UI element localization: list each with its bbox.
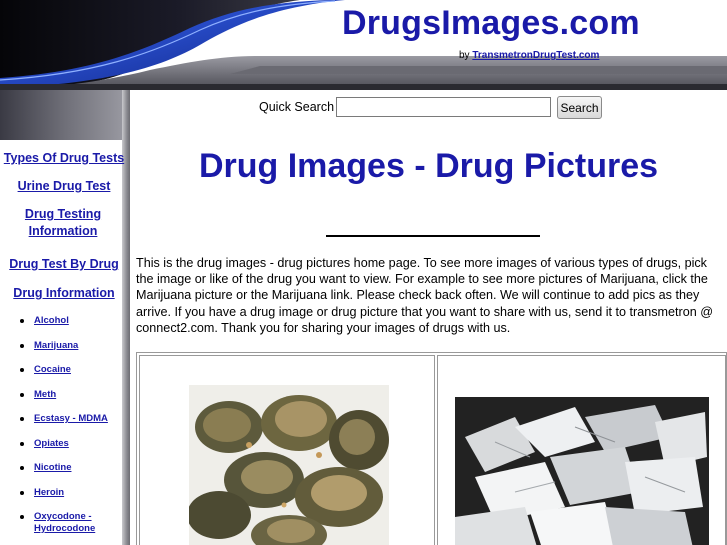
meth-photo[interactable] [455, 397, 709, 545]
site-title: DrugsImages.com [342, 4, 640, 42]
list-item: Cocaine [18, 364, 122, 389]
sidebar-link-drug-information[interactable]: Drug Information [2, 285, 126, 302]
page: DrugsImages.com by TransmetronDrugTest.c… [0, 0, 727, 545]
gallery-cell-marijuana [139, 355, 435, 545]
intro-paragraph: This is the drug images - drug pictures … [136, 256, 713, 335]
byline: by TransmetronDrugTest.com [459, 50, 599, 61]
bullet-icon [20, 343, 24, 348]
list-item: Ecstasy - MDMA [18, 413, 122, 438]
list-item: Meth [18, 389, 122, 414]
bullet-icon [20, 368, 24, 372]
byline-prefix: by [459, 50, 470, 61]
list-item: Marijuana [18, 340, 122, 365]
bullet-icon [20, 319, 24, 323]
list-item: Alcohol [18, 315, 122, 340]
site-header: DrugsImages.com by TransmetronDrugTest.c… [0, 0, 727, 90]
marijuana-photo[interactable] [189, 385, 389, 545]
meth-photo-graphic [455, 397, 709, 545]
sidebar-link-urine-drug-test[interactable]: Urine Drug Test [2, 178, 126, 195]
bullet-icon [20, 515, 24, 519]
search-label: Quick Search [259, 100, 335, 114]
title-divider [326, 235, 540, 237]
byline-link[interactable]: TransmetronDrugTest.com [472, 50, 599, 61]
bullet-icon [20, 441, 24, 446]
left-sidebar: Types Of Drug Tests Urine Drug Test Drug… [0, 90, 130, 545]
drug-link-marijuana[interactable]: Marijuana [34, 340, 78, 351]
bullet-icon [20, 392, 24, 397]
drug-list: Alcohol Marijuana Cocaine Meth Ecstasy -… [18, 315, 122, 536]
drug-link-meth[interactable]: Meth [34, 389, 56, 400]
list-item: Opiates [18, 438, 122, 463]
drug-link-opiates[interactable]: Opiates [34, 438, 69, 449]
bullet-icon [20, 417, 24, 421]
image-gallery [136, 352, 727, 545]
drug-link-ecstasy[interactable]: Ecstasy - MDMA [34, 413, 108, 424]
main-content: Quick Search Search Drug Images - Drug P… [130, 90, 727, 545]
list-item: Oxycodone - Hydrocodone [18, 511, 122, 536]
sidebar-header-strip [0, 90, 129, 140]
page-title: Drug Images - Drug Pictures [198, 147, 659, 185]
drug-link-alcohol[interactable]: Alcohol [34, 315, 69, 326]
sidebar-link-drug-test-by-drug[interactable]: Drug Test By Drug [2, 256, 126, 273]
bullet-icon [20, 466, 24, 470]
search-button[interactable]: Search [557, 96, 602, 119]
sidebar-link-drug-testing-information[interactable]: Drug Testing Information [14, 206, 112, 240]
drug-link-cocaine[interactable]: Cocaine [34, 364, 71, 375]
quick-search-bar: Quick Search Search [130, 96, 727, 120]
gallery-cell-meth [437, 355, 726, 545]
sidebar-link-types-of-drug-tests[interactable]: Types Of Drug Tests [2, 150, 126, 167]
drug-link-nicotine[interactable]: Nicotine [34, 462, 71, 473]
marijuana-photo-graphic [189, 385, 389, 545]
list-item: Heroin [18, 487, 122, 512]
drug-link-heroin[interactable]: Heroin [34, 487, 64, 498]
bullet-icon [20, 490, 24, 495]
search-input[interactable] [336, 97, 551, 117]
list-item: Nicotine [18, 462, 122, 487]
drug-link-oxycodone[interactable]: Oxycodone - Hydrocodone [34, 511, 95, 534]
